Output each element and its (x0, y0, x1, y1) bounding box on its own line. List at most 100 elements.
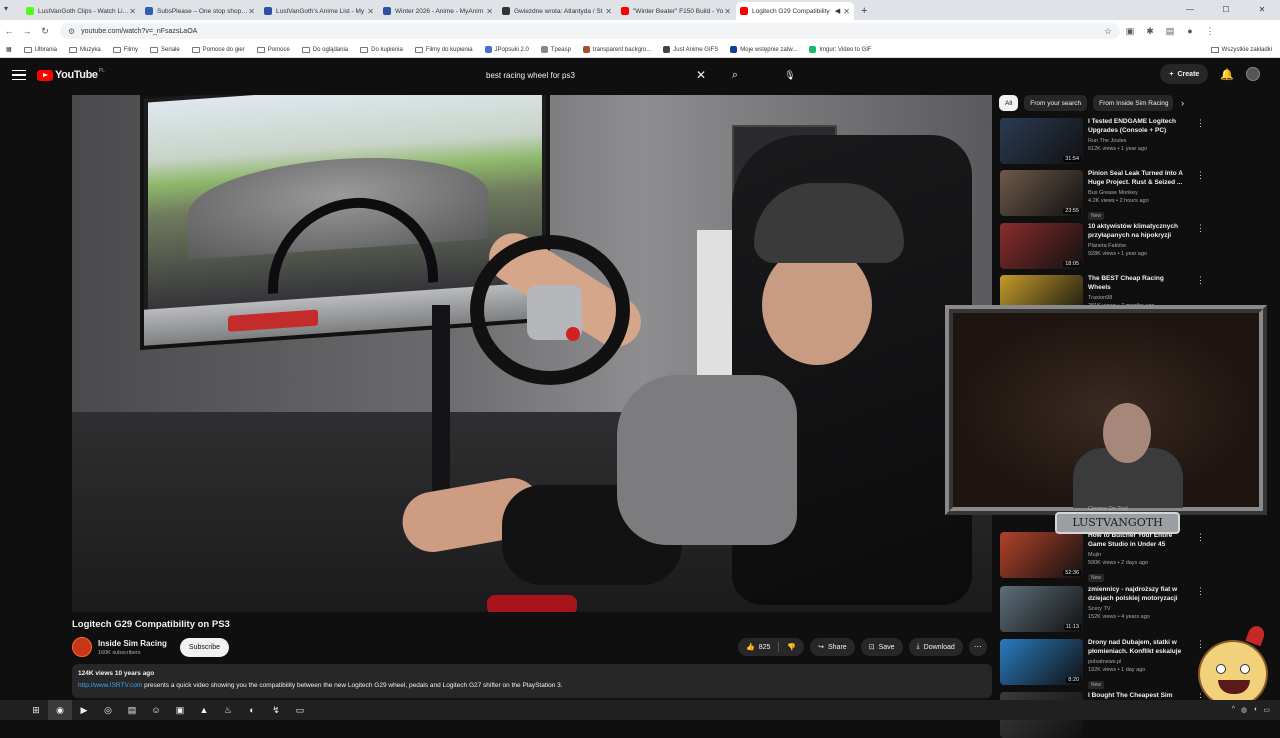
recommendation-item[interactable]: 23:55 Pinion Seal Leak Turned Into A Huge… (1000, 170, 1205, 222)
recommendation-title[interactable]: How to Butcher Your Entire Game Studio i… (1088, 532, 1188, 550)
description-box[interactable]: 124K views 10 years ago http://www.ISRTV… (72, 664, 992, 698)
bookmark-item[interactable]: JPopsuki 2.0 (484, 46, 529, 53)
more-options-icon[interactable]: ⋮ (1196, 275, 1205, 286)
bookmark-star-icon[interactable]: ☆ (1104, 26, 1112, 37)
channel-avatar[interactable] (72, 637, 92, 657)
recommendation-thumbnail[interactable]: 52:36 (1000, 532, 1083, 578)
tab-close-icon[interactable]: ✕ (129, 7, 136, 16)
browser-icon[interactable]: ◎ (96, 700, 120, 720)
youtube-logo[interactable]: YouTube PL (37, 68, 105, 81)
notifications-bell-icon[interactable]: 🔔 (1220, 68, 1234, 81)
tab-audio-icon[interactable]: ◀ (835, 7, 840, 15)
recommendation-channel[interactable]: polsatnews.pl (1088, 659, 1188, 665)
chip-from-search[interactable]: From your search (1024, 95, 1088, 111)
recommendation-thumbnail[interactable]: 11:13 (1000, 586, 1083, 632)
browser-menu-icon[interactable]: ⋮ (1200, 26, 1220, 37)
recommendation-title[interactable]: The BEST Cheap Racing Wheels (1088, 275, 1188, 293)
tray-notification-icon[interactable]: ▭ (1263, 706, 1270, 714)
bookmark-item[interactable]: Tpeasp (540, 46, 571, 53)
maximize-button[interactable]: ☐ (1208, 0, 1244, 20)
minimize-button[interactable]: — (1172, 0, 1208, 20)
tray-volume-icon[interactable]: ◖ (1253, 706, 1257, 714)
recommendation-thumbnail[interactable]: 18:05 (1000, 223, 1083, 269)
bookmark-item[interactable]: Moje wstępnie zatw... (730, 46, 797, 53)
bookmark-item[interactable]: Do oglądania (301, 46, 348, 53)
browser-tab[interactable]: LustVanGoth Clips - Watch Live ✕ (22, 2, 140, 20)
tab-close-icon[interactable]: ✕ (248, 7, 255, 16)
hamburger-menu-icon[interactable] (12, 69, 26, 81)
recommendation-thumbnail[interactable]: 31:54 (1000, 118, 1083, 164)
video-player[interactable] (72, 95, 992, 612)
extension-icon[interactable]: ▣ (1120, 26, 1140, 37)
more-actions-icon[interactable]: ⋯ (968, 638, 987, 656)
recommendation-item[interactable]: 31:54 I Tested ENDGAME Logitech Upgrades … (1000, 118, 1205, 164)
recommendation-item[interactable]: 11:13 zmiennicy - najdroższy fiat w dziej… (1000, 586, 1205, 632)
browser-tab[interactable]: Winter 2026 - Anime - MyAnim ✕ (379, 2, 497, 20)
recommendation-thumbnail[interactable]: 23:55 (1000, 170, 1083, 216)
browser-tab[interactable]: Gwiezdne wrota: Atlantyda / St ✕ (498, 2, 616, 20)
recommendation-title[interactable]: Pinion Seal Leak Turned Into A Huge Proj… (1088, 170, 1188, 188)
tab-close-icon[interactable]: ✕ (367, 7, 374, 16)
recommendation-item[interactable]: 52:36 How to Butcher Your Entire Game Stu… (1000, 532, 1205, 584)
tab-search-icon[interactable]: ▾ (4, 4, 8, 13)
tray-network-icon[interactable]: ◍ (1241, 706, 1247, 714)
recommendation-title[interactable]: Drony nad Dubajem, statki w płomieniach.… (1088, 639, 1188, 657)
apps-grid-icon[interactable]: ▦ (6, 46, 12, 53)
close-window-button[interactable]: ✕ (1244, 0, 1280, 20)
browser-tab[interactable]: "Winter Beater" F150 Build - Yo ✕ (617, 2, 735, 20)
bookmark-item[interactable]: Do kupienia (360, 46, 403, 53)
recommendation-item[interactable]: 18:05 10 aktywistów klimatycznych przyłap… (1000, 223, 1205, 269)
like-button[interactable]: 👍 825 (738, 638, 778, 656)
bookmark-item[interactable]: transparent backgro... (582, 46, 651, 53)
bookmark-item[interactable]: Imgur: Video to GIF (809, 46, 872, 53)
create-button[interactable]: + Create (1160, 64, 1209, 84)
obs-icon[interactable]: ◐ (240, 700, 264, 720)
recommendation-channel[interactable]: Mujin (1088, 552, 1188, 558)
tray-up-arrow-icon[interactable]: ^ (1232, 706, 1235, 714)
chip-all[interactable]: All (999, 95, 1019, 111)
channel-name[interactable]: Inside Sim Racing (98, 639, 167, 648)
more-options-icon[interactable]: ⋮ (1196, 118, 1205, 129)
office-icon[interactable]: ▣ (168, 700, 192, 720)
recommendation-title[interactable]: 10 aktywistów klimatycznych przyłapanych… (1088, 223, 1188, 241)
save-button[interactable]: ⊡ Save (860, 638, 903, 656)
recommendation-title[interactable]: I Tested ENDGAME Logitech Upgrades (Cons… (1088, 118, 1188, 136)
browser-tab[interactable]: SubsPlease – One stop shop for ✕ (141, 2, 259, 20)
account-avatar[interactable] (1246, 67, 1260, 81)
extensions-puzzle-icon[interactable]: ✱ (1140, 26, 1160, 37)
chip-from-channel[interactable]: From Inside Sim Racing (1093, 95, 1174, 111)
file-icon[interactable]: ▤ (120, 700, 144, 720)
microphone-icon[interactable]: 🎙 (782, 67, 798, 83)
recommendation-channel[interactable]: Bus Grease Monkey (1088, 190, 1188, 196)
more-options-icon[interactable]: ⋮ (1196, 639, 1205, 650)
bookmark-item[interactable]: Just Anime GIFS (663, 46, 718, 53)
tab-close-icon[interactable]: ✕ (724, 7, 731, 16)
more-options-icon[interactable]: ⋮ (1196, 586, 1205, 597)
recommendation-thumbnail[interactable]: 8:20 (1000, 639, 1083, 685)
bookmark-item[interactable]: Seriale (150, 46, 180, 53)
bookmark-item[interactable]: Muzyka (69, 46, 101, 53)
download-button[interactable]: ⤓ Download (908, 638, 963, 656)
clear-search-icon[interactable]: ✕ (696, 68, 706, 82)
recommendation-channel[interactable]: Traxion98 (1088, 295, 1188, 301)
browser-tab[interactable]: Logitech G29 Compatibility ◀ ✕ (736, 2, 854, 20)
chevron-right-icon[interactable]: › (1181, 98, 1184, 108)
windows-logo-icon[interactable]: ⊞ (24, 700, 48, 720)
recommendation-item[interactable]: 8:20 Drony nad Dubajem, statki w płomieni… (1000, 639, 1205, 691)
side-panel-icon[interactable]: ▤ (1160, 26, 1180, 37)
recommendation-channel[interactable]: Scery TV (1088, 606, 1188, 612)
bookmark-item[interactable]: Filmy do kupienia (414, 46, 473, 53)
share-button[interactable]: ↪ Share (810, 638, 855, 656)
more-options-icon[interactable]: ⋮ (1196, 170, 1205, 181)
tab-close-icon[interactable]: ✕ (605, 7, 612, 16)
all-bookmarks[interactable]: Wszystkie zakładki (1210, 46, 1272, 53)
explorer-icon[interactable]: ▭ (288, 700, 312, 720)
site-info-icon[interactable]: ⚙ (68, 27, 75, 36)
bookmark-item[interactable]: Pomoce do gier (191, 46, 245, 53)
reload-button[interactable]: ↻ (36, 26, 54, 37)
more-options-icon[interactable]: ⋮ (1196, 223, 1205, 234)
media-icon[interactable]: ▶ (72, 700, 96, 720)
browser-tab[interactable]: LustVanGoth's Anime List - My ✕ (260, 2, 378, 20)
chrome-icon[interactable]: ◉ (48, 700, 72, 720)
address-bar[interactable]: ⚙ youtube.com/watch?v=_nFsazsLaOA ☆ (60, 23, 1120, 39)
